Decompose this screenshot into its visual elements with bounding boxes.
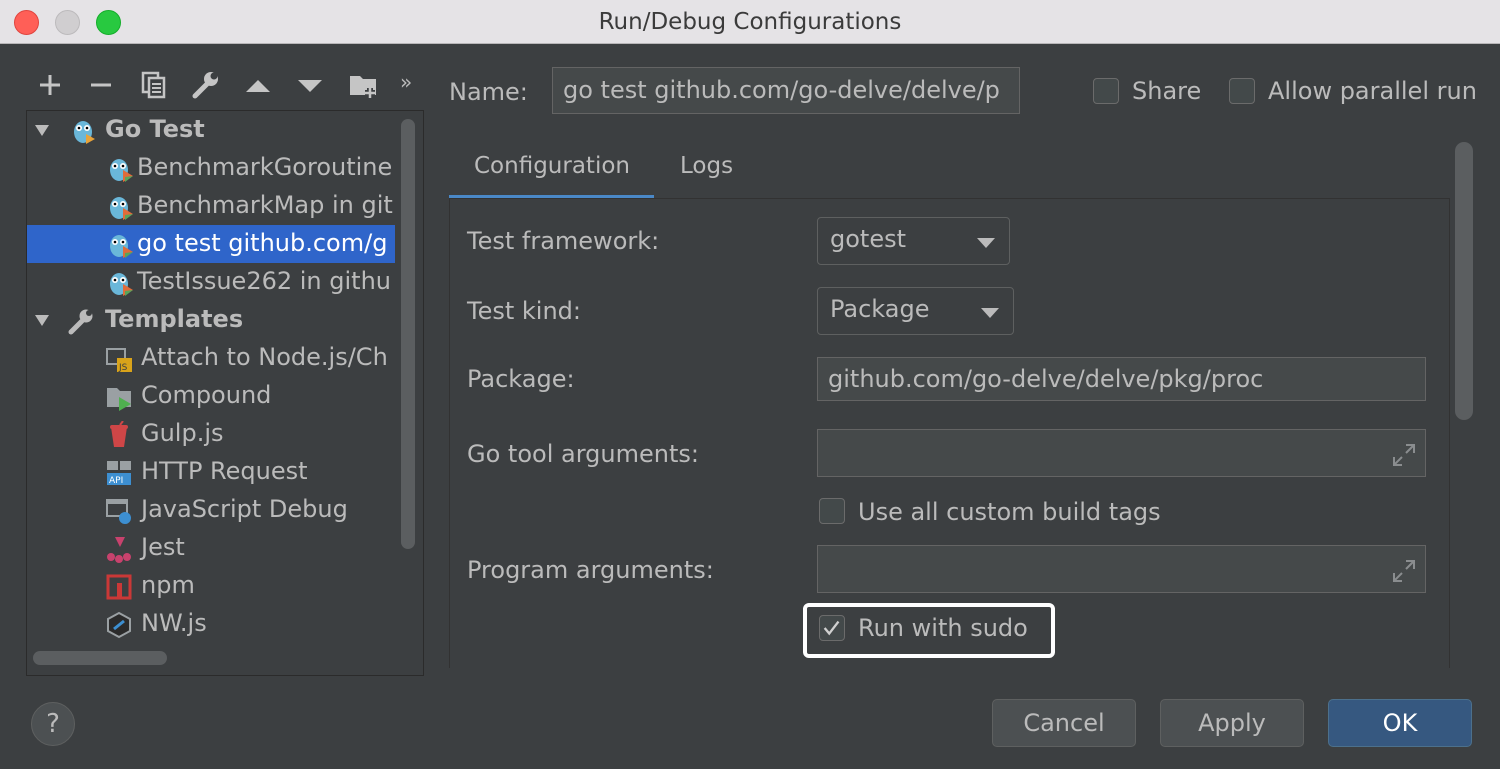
tree-item-label: BenchmarkGoroutine <box>137 153 393 181</box>
tree-vertical-scrollbar[interactable] <box>401 119 415 549</box>
tree-item-label: Compound <box>141 381 272 409</box>
run-with-sudo-checkbox[interactable] <box>819 615 845 641</box>
go-gopher-icon <box>74 121 95 144</box>
configuration-tree[interactable]: Go Test BenchmarkGoroutine BenchmarkMap … <box>26 110 424 676</box>
more-icon[interactable]: » <box>400 70 412 94</box>
tree-item[interactable]: JavaScript Debug <box>27 491 395 529</box>
tree-item[interactable]: JS Attach to Node.js/Ch <box>27 339 395 377</box>
go-test-icon <box>110 197 133 220</box>
copy-icon[interactable] <box>137 68 171 102</box>
tree-group-templates[interactable]: Templates <box>27 301 395 339</box>
go-tool-arguments-input[interactable] <box>817 429 1426 477</box>
apply-button[interactable]: Apply <box>1160 699 1304 747</box>
move-down-icon[interactable] <box>293 68 327 102</box>
chevron-down-icon <box>977 238 995 248</box>
checkmark-icon <box>823 620 840 636</box>
name-label: Name: <box>449 78 528 106</box>
jest-icon <box>107 537 131 563</box>
gulp-icon <box>110 421 128 447</box>
wrench-icon <box>68 309 93 335</box>
use-build-tags-label: Use all custom build tags <box>858 498 1161 526</box>
content-vertical-scrollbar[interactable] <box>1455 142 1473 420</box>
tree-item-label: Jest <box>141 533 185 561</box>
tree-item-label: HTTP Request <box>141 457 308 485</box>
package-input[interactable]: github.com/go-delve/delve/pkg/proc <box>817 357 1426 401</box>
chevron-down-icon <box>981 308 999 318</box>
tree-item-label: go test github.com/g <box>137 229 388 257</box>
ok-button[interactable]: OK <box>1328 699 1472 747</box>
expand-icon[interactable] <box>1391 558 1417 584</box>
npm-icon <box>106 574 132 600</box>
go-test-icon <box>110 159 133 182</box>
run-with-sudo-label: Run with sudo <box>858 614 1028 642</box>
remove-icon[interactable] <box>84 68 118 102</box>
tree-item-label: Attach to Node.js/Ch <box>141 343 388 371</box>
allow-parallel-run-checkbox[interactable] <box>1229 78 1255 104</box>
program-arguments-input[interactable] <box>817 545 1426 593</box>
expand-icon[interactable] <box>1391 442 1417 468</box>
go-tool-arguments-label: Go tool arguments: <box>467 440 699 468</box>
tree-item-label: NW.js <box>141 609 207 637</box>
tree-group-label: Go Test <box>105 115 205 143</box>
expand-arrow-icon[interactable] <box>33 121 51 139</box>
tree-item-label: BenchmarkMap in git <box>137 191 393 219</box>
cancel-button[interactable]: Cancel <box>992 699 1136 747</box>
test-kind-label: Test kind: <box>467 297 581 325</box>
go-test-icon <box>110 273 133 296</box>
test-framework-value: gotest <box>830 225 907 253</box>
allow-parallel-run-label: Allow parallel run <box>1268 77 1477 105</box>
tree-group-label: Templates <box>105 305 244 333</box>
share-label: Share <box>1132 77 1202 105</box>
name-input[interactable]: go test github.com/go-delve/delve/p <box>552 67 1020 114</box>
tree-horizontal-scrollbar[interactable] <box>33 651 167 665</box>
nodejs-attach-icon: JS <box>106 348 132 373</box>
javascript-debug-icon <box>106 499 131 524</box>
program-arguments-label: Program arguments: <box>467 556 714 584</box>
tree-item-selected[interactable]: go test github.com/g <box>27 225 395 263</box>
tab-logs[interactable]: Logs <box>680 153 733 179</box>
add-icon[interactable] <box>33 68 67 102</box>
tree-item[interactable]: BenchmarkGoroutine <box>27 149 395 187</box>
tab-configuration[interactable]: Configuration <box>474 153 630 179</box>
svg-text:JS: JS <box>118 363 128 373</box>
test-kind-value: Package <box>830 295 930 323</box>
nwjs-icon <box>107 611 131 639</box>
test-kind-select[interactable]: Package <box>817 287 1014 335</box>
tree-item-label: Gulp.js <box>141 419 224 447</box>
tree-item[interactable]: NW.js <box>27 605 395 643</box>
use-build-tags-checkbox[interactable] <box>819 498 845 524</box>
go-test-icon <box>110 235 133 258</box>
share-checkbox[interactable] <box>1093 78 1119 104</box>
tree-item[interactable]: Compound <box>27 377 395 415</box>
title-bar: Run/Debug Configurations <box>0 0 1500 44</box>
compound-icon <box>107 388 131 411</box>
window-title: Run/Debug Configurations <box>598 9 902 35</box>
tree-item-label: JavaScript Debug <box>141 495 348 523</box>
tree-item-label: npm <box>141 571 195 599</box>
tree-item[interactable]: TestIssue262 in githu <box>27 263 395 301</box>
test-framework-select[interactable]: gotest <box>817 217 1010 265</box>
test-framework-label: Test framework: <box>467 227 660 255</box>
move-up-icon[interactable] <box>241 68 275 102</box>
folder-add-icon[interactable] <box>346 68 380 102</box>
svg-text:API: API <box>109 476 123 486</box>
tree-item[interactable]: npm <box>27 567 395 605</box>
tree-item[interactable]: API HTTP Request <box>27 453 395 491</box>
tree-item[interactable]: Jest <box>27 529 395 567</box>
help-button[interactable]: ? <box>31 702 75 746</box>
expand-arrow-icon[interactable] <box>33 311 51 329</box>
tree-item[interactable]: Gulp.js <box>27 415 395 453</box>
package-label: Package: <box>467 365 575 393</box>
tree-item-label: TestIssue262 in githu <box>137 267 392 295</box>
wrench-icon[interactable] <box>189 68 223 102</box>
http-request-icon: API <box>107 461 131 486</box>
tree-item[interactable]: BenchmarkMap in git <box>27 187 395 225</box>
tree-group-go-test[interactable]: Go Test <box>27 111 395 149</box>
